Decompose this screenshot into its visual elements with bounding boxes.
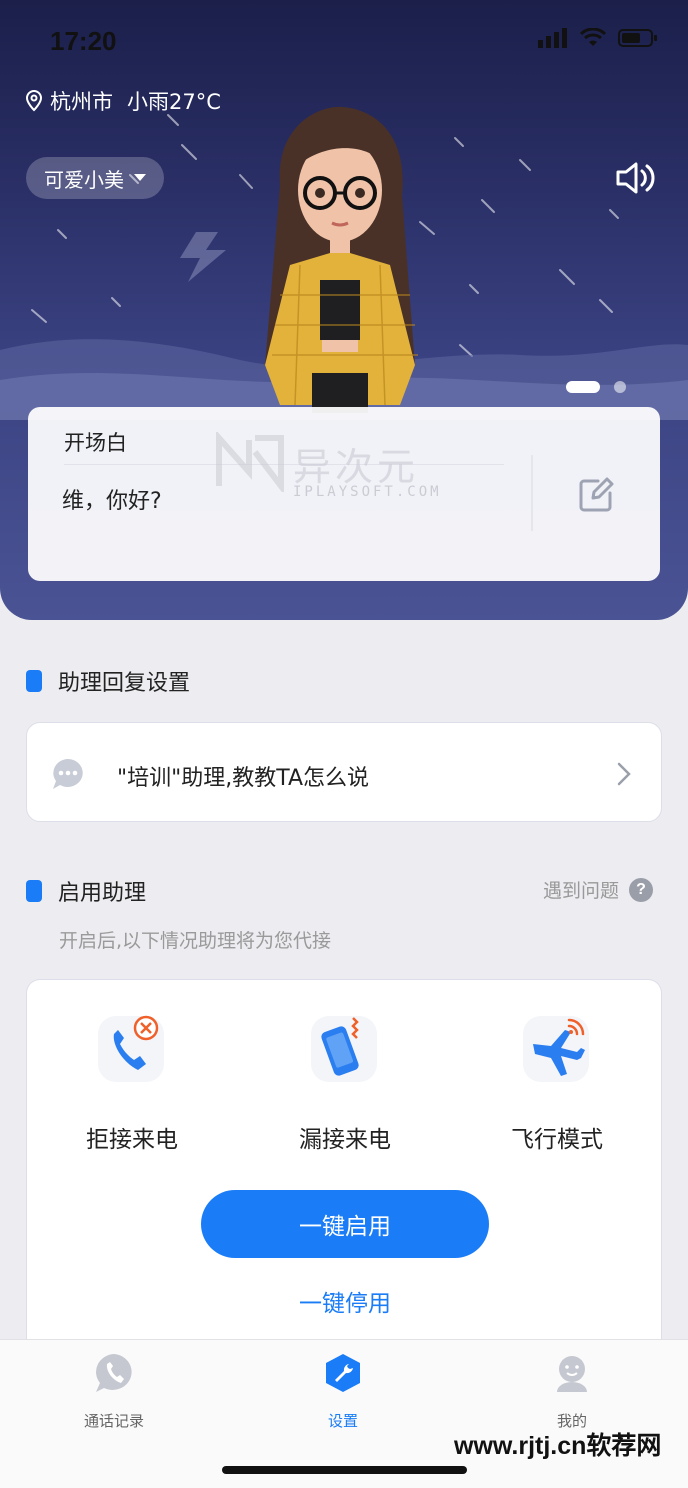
battery-icon — [618, 29, 657, 47]
pager-dot[interactable] — [614, 381, 626, 393]
section-marker — [26, 880, 42, 902]
section-description: 开启后,以下情况助理将为您代接 — [59, 930, 332, 952]
opener-text: 维，你好? — [62, 489, 162, 514]
feature-label: 飞行模式 — [511, 1127, 603, 1153]
airplane-mode-icon — [523, 1016, 589, 1082]
assistant-name: 可爱小美 — [44, 167, 124, 192]
section-title: 启用助理 — [58, 881, 147, 906]
enable-section-header: 启用助理 — [26, 875, 146, 907]
assistant-avatar — [265, 106, 418, 413]
speaker-icon[interactable] — [612, 160, 656, 196]
help-link[interactable]: 遇到问题 ? — [543, 876, 654, 903]
status-bar: 17:20 — [0, 0, 688, 80]
wrench-icon — [326, 1354, 360, 1392]
user-icon — [557, 1356, 587, 1392]
train-assistant-row[interactable]: "培训"助理,教教TA怎么说 — [26, 722, 662, 822]
city-label: 杭州市 — [50, 90, 113, 114]
tab-call-log[interactable]: 通话记录 — [54, 1352, 174, 1431]
help-link-label: 遇到问题 — [543, 880, 620, 902]
section-marker — [26, 670, 42, 692]
disable-all-button[interactable]: 一键停用 — [201, 1284, 489, 1318]
phone-missed-icon — [311, 1016, 377, 1082]
caret-down-icon — [134, 174, 146, 181]
signal-icon — [538, 28, 567, 48]
enable-all-button[interactable]: 一键启用 — [201, 1190, 489, 1258]
divider — [64, 464, 504, 465]
chat-bubble-icon — [53, 759, 83, 789]
tab-settings[interactable]: 设置 — [283, 1352, 403, 1431]
status-time: 17:20 — [50, 26, 117, 56]
weather-label: 小雨27°C — [127, 90, 221, 114]
chevron-right-icon — [617, 762, 631, 786]
location-weather: 杭州市 小雨27°C — [24, 86, 221, 116]
pager-dot-active[interactable] — [566, 381, 600, 393]
carousel-pager — [566, 381, 626, 393]
enable-options-card: 拒接来电 漏接来电 飞行模式 一键启用 一键停用 — [26, 979, 662, 1359]
divider — [531, 455, 533, 531]
feature-declined-call: 拒接来电 — [42, 1014, 222, 1154]
feature-missed-call: 漏接来电 — [255, 1014, 435, 1154]
site-watermark: www.rjtj.cn软荐网 — [454, 1432, 662, 1460]
hero-banner: 17:20 杭州市 小雨27°C 可爱小美 开场白 维，你好? 异次元 IPLA… — [0, 0, 688, 620]
location-pin-icon — [25, 89, 43, 112]
assistant-selector[interactable]: 可爱小美 — [26, 157, 164, 199]
question-icon: ? — [629, 877, 654, 902]
home-indicator[interactable] — [222, 1466, 467, 1474]
feature-label: 拒接来电 — [86, 1127, 178, 1153]
section-title: 助理回复设置 — [58, 671, 191, 696]
reply-section-header: 助理回复设置 — [26, 665, 190, 697]
edit-icon[interactable] — [576, 475, 616, 515]
feature-label: 漏接来电 — [299, 1127, 391, 1153]
tab-label: 设置 — [327, 1412, 358, 1430]
phone-declined-icon — [98, 1015, 164, 1082]
feature-airplane-mode: 飞行模式 — [467, 1014, 647, 1154]
phone-bubble-icon — [96, 1354, 132, 1392]
tab-label: 通话记录 — [83, 1412, 144, 1430]
opener-card: 开场白 维，你好? — [28, 407, 660, 581]
train-assistant-label: "培训"助理,教教TA怎么说 — [117, 766, 370, 791]
wifi-icon — [580, 28, 606, 46]
tab-profile[interactable]: 我的 — [512, 1352, 632, 1431]
opener-title: 开场白 — [64, 431, 127, 455]
